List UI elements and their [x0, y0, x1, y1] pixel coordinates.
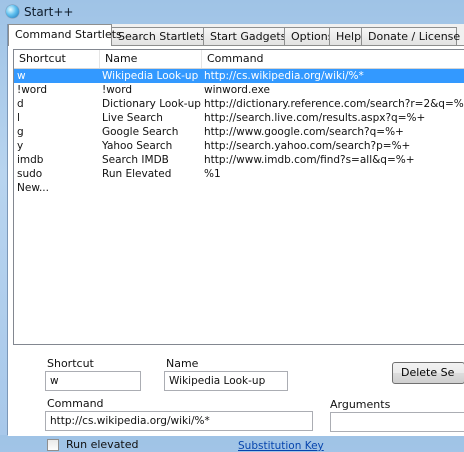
list-item[interactable]: g Google Search http://www.google.com/se…	[14, 125, 464, 139]
list-item-shortcut: l	[17, 112, 20, 124]
column-header-shortcut[interactable]: Shortcut	[14, 50, 100, 68]
list-item-shortcut: !word	[17, 84, 48, 96]
client-area: Command Startlets Search Startlets Start…	[7, 24, 464, 452]
name-label: Name	[166, 357, 199, 370]
tab-command-startlets[interactable]: Command Startlets	[8, 24, 122, 46]
delete-button[interactable]: Delete Se	[392, 362, 464, 384]
list-item-shortcut: New...	[17, 182, 49, 194]
tab-start-gadgets[interactable]: Start Gadgets	[203, 27, 286, 45]
list-item-shortcut: imdb	[17, 154, 44, 166]
shortcut-input[interactable]	[45, 371, 141, 391]
app-window: Start++ Command Startlets Search Startle…	[0, 0, 464, 452]
window-title: Start++	[24, 5, 74, 19]
list-item-name: Search IMDB	[102, 154, 169, 166]
list-item-name: Yahoo Search	[102, 140, 173, 152]
arguments-label: Arguments	[330, 398, 391, 411]
column-header-command[interactable]: Command	[202, 50, 464, 68]
title-bar[interactable]: Start++	[0, 0, 464, 24]
tab-search-startlets[interactable]: Search Startlets	[111, 27, 206, 45]
list-item-name: !word	[102, 84, 133, 96]
list-item-command: http://search.live.com/results.aspx?q=%+	[204, 112, 426, 124]
command-input[interactable]	[45, 411, 313, 431]
run-elevated-label[interactable]: Run elevated	[66, 438, 139, 451]
list-item[interactable]: !word !word winword.exe	[14, 83, 464, 97]
list-item-name: Live Search	[102, 112, 163, 124]
list-item-shortcut: g	[17, 126, 24, 138]
run-elevated-checkbox[interactable]	[47, 439, 59, 451]
tab-help[interactable]: Help	[329, 27, 362, 45]
list-item-name: Run Elevated	[102, 168, 172, 180]
arguments-input[interactable]	[330, 412, 464, 432]
list-item-shortcut: d	[17, 98, 24, 110]
list-item-command: http://dictionary.reference.com/search?r…	[204, 98, 464, 110]
list-header: Shortcut Name Command	[14, 50, 464, 69]
list-item-command: http://search.yahoo.com/search?p=%+	[204, 140, 411, 152]
name-input[interactable]	[164, 371, 288, 391]
list-item[interactable]: w Wikipedia Look-up http://cs.wikipedia.…	[14, 69, 464, 83]
column-header-name[interactable]: Name	[100, 50, 202, 68]
list-item[interactable]: y Yahoo Search http://search.yahoo.com/s…	[14, 139, 464, 153]
list-item[interactable]: imdb Search IMDB http://www.imdb.com/fin…	[14, 153, 464, 167]
list-item-command: http://www.imdb.com/find?s=all&q=%+	[204, 154, 415, 166]
list-item-name: Wikipedia Look-up	[102, 70, 199, 82]
command-label: Command	[47, 397, 104, 410]
list-item-new[interactable]: New...	[14, 181, 464, 195]
list-item-command: http://cs.wikipedia.org/wiki/%*	[204, 70, 364, 82]
list-item-command: winword.exe	[204, 84, 270, 96]
list-item[interactable]: l Live Search http://search.live.com/res…	[14, 111, 464, 125]
tab-strip: Command Startlets Search Startlets Start…	[8, 24, 464, 46]
tab-donate-license[interactable]: Donate / License	[361, 27, 460, 45]
shortcut-label: Shortcut	[47, 357, 94, 370]
list-item[interactable]: d Dictionary Look-up http://dictionary.r…	[14, 97, 464, 111]
list-item-command: http://www.google.com/search?q=%+	[204, 126, 404, 138]
tab-options[interactable]: Options	[284, 27, 333, 45]
list-item-shortcut: y	[17, 140, 24, 152]
list-item-shortcut: sudo	[17, 168, 43, 180]
list-item[interactable]: sudo Run Elevated %1	[14, 167, 464, 181]
list-item-name: Google Search	[102, 126, 179, 138]
substitution-key-link[interactable]: Substitution Key	[238, 440, 324, 452]
startlets-list[interactable]: Shortcut Name Command w Wikipedia Look-u…	[13, 49, 464, 345]
command-startlets-panel: Shortcut Name Command w Wikipedia Look-u…	[8, 45, 464, 452]
list-item-name: Dictionary Look-up	[102, 98, 201, 110]
app-icon	[6, 5, 19, 18]
list-item-shortcut: w	[17, 70, 26, 82]
list-item-command: %1	[204, 168, 221, 180]
